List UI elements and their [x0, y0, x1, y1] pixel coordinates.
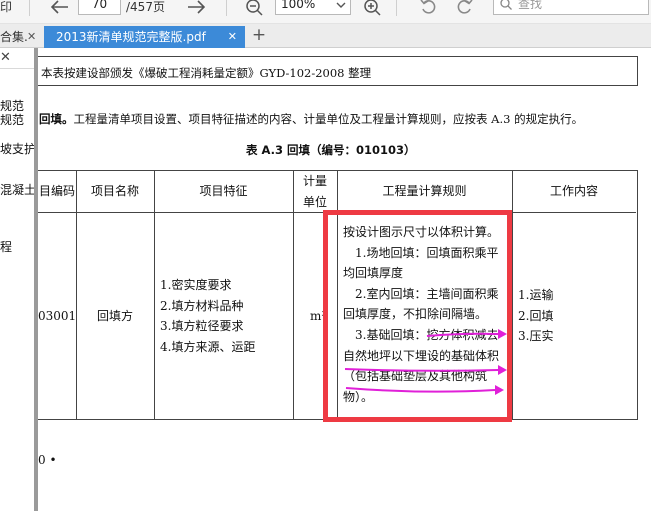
toolbar: 印 70 /457页 100% 查找	[0, 0, 651, 24]
section-heading: 回填。	[39, 112, 74, 126]
page-number-input[interactable]: 70	[78, 0, 121, 15]
table-column-line	[76, 171, 77, 419]
header-feature: 项目特征	[199, 184, 248, 198]
tab-label: 合集.	[0, 30, 28, 44]
note-table: 本表按建设部颁发《爆破工程消耗量定额》GYD-102-2008 整理	[38, 56, 638, 86]
bookmark-item[interactable]: 规范	[0, 113, 24, 127]
search-input[interactable]: 查找	[493, 0, 649, 15]
feature-item: 1.密实度要求	[160, 278, 232, 292]
toolbar-divider	[29, 0, 30, 16]
panel-divider	[0, 68, 34, 69]
cell-name: 回填方	[96, 309, 133, 323]
bookmark-item[interactable]: 程	[0, 240, 12, 254]
section-text: 工程量清单项目设置、项目特征描述的内容、计量单位及工程量计算规则，应按表 A.3…	[73, 112, 584, 126]
cell-code: 03001	[38, 309, 77, 323]
toolbar-divider	[226, 0, 227, 16]
zoom-in-icon[interactable]	[361, 0, 383, 17]
page-footer: 0 •	[38, 453, 57, 467]
feature-item: 4.填方来源、运距	[160, 339, 256, 354]
note-text: 本表按建设部颁发《爆破工程消耗量定额》GYD-102-2008 整理	[41, 66, 372, 80]
rotate-right-icon[interactable]	[453, 0, 475, 17]
work-item: 1.运输	[518, 288, 554, 302]
zoom-select[interactable]: 100%	[275, 0, 351, 15]
close-icon[interactable]: ✕	[0, 50, 11, 65]
feature-item: 2.填方材料品种	[160, 298, 244, 313]
header-unit-line: 计量	[302, 174, 327, 188]
header-work: 工作内容	[549, 184, 598, 198]
print-button[interactable]: 印	[0, 0, 12, 14]
toolbar-divider	[396, 0, 397, 16]
tab-label: 2013新清单规范完整版.pdf	[56, 30, 206, 44]
table-column-line	[512, 171, 513, 419]
document-page: 本表按建设部颁发《爆破工程消耗量定额》GYD-102-2008 整理 回填。工程…	[38, 48, 651, 511]
tab-bar: 合集. ✕ 2013新清单规范完整版.pdf ✕ +	[0, 24, 651, 48]
feature-item: 3.填方粒径要求	[160, 319, 244, 334]
table-title: 表 A.3 回填（编号：010103）	[246, 143, 416, 157]
tab-inactive-document[interactable]: 合集. ✕	[0, 26, 41, 48]
tab-active-document[interactable]: 2013新清单规范完整版.pdf ✕	[44, 26, 245, 48]
header-rule: 工程量计算规则	[382, 184, 467, 198]
close-icon[interactable]: ✕	[27, 26, 36, 48]
forward-arrow-icon[interactable]	[185, 0, 207, 17]
close-icon[interactable]: ✕	[228, 26, 237, 48]
rotate-left-icon[interactable]	[418, 0, 440, 17]
search-icon	[500, 0, 512, 10]
zoom-out-icon[interactable]	[243, 0, 265, 17]
work-item: 2.回填	[518, 308, 554, 323]
bookmark-item[interactable]: 混凝土	[0, 183, 36, 197]
bookmark-item[interactable]: 坡支护	[0, 142, 36, 156]
table-column-line	[154, 171, 155, 419]
zoom-value: 100%	[281, 0, 316, 11]
header-name: 项目名称	[90, 184, 139, 198]
chevron-down-icon	[336, 0, 346, 16]
cell-features: 1.密实度要求 2.填方材料品种 3.填方粒径要求 4.填方来源、运距	[160, 275, 255, 357]
page-total-label: /457页	[126, 0, 165, 14]
header-unit: 计量 单位	[293, 171, 337, 212]
search-placeholder: 查找	[518, 0, 543, 11]
annotation-arrows	[344, 329, 507, 395]
cell-work: 1.运输 2.回填 3.压实	[518, 285, 553, 347]
new-tab-button[interactable]: +	[251, 26, 267, 46]
back-arrow-icon[interactable]	[49, 0, 71, 17]
bookmark-panel: ✕ 规范 规范 坡支护 混凝土 程	[0, 48, 36, 511]
section-paragraph: 回填。工程量清单项目设置、项目特征描述的内容、计量单位及工程量计算规则，应按表 …	[39, 111, 583, 127]
work-item: 3.压实	[518, 329, 554, 344]
header-code: 目编码	[38, 184, 75, 198]
bookmark-item[interactable]: 规范	[0, 99, 24, 113]
